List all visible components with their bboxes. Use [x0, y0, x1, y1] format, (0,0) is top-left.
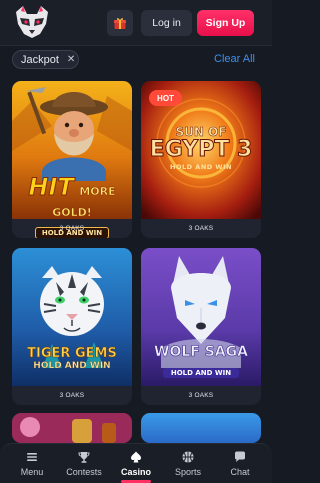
nav-item-sports[interactable]: Sports: [161, 448, 215, 482]
nav-label-menu: Menu: [20, 467, 44, 477]
game-tile-tiger-gems[interactable]: TIGER GEMS HOLD AND WIN 3 OAKS: [12, 248, 132, 405]
nav-item-chat[interactable]: Chat: [213, 448, 267, 482]
game-tile-wolf-saga[interactable]: WOLF SAGA HOLD AND WIN 3 OAKS: [141, 248, 261, 405]
nav-item-menu[interactable]: Menu: [5, 448, 59, 482]
game-subtitle: HOLD AND WIN: [33, 361, 111, 371]
menu-icon: [27, 453, 37, 461]
filter-chip-label: Jackpot: [21, 53, 59, 66]
game-title-wolf-saga: WOLF SAGA HOLD AND WIN: [145, 344, 257, 379]
nav-label-casino: Casino: [120, 467, 151, 477]
trophy-icon: [78, 452, 90, 463]
signup-button[interactable]: Sign Up: [197, 10, 254, 36]
game-title-sun-of-egypt-3: SUN OF EGYPT 3 HOLD AND WIN: [147, 125, 255, 171]
nav-label-chat: Chat: [230, 467, 250, 477]
game-title-tiger-gems: TIGER GEMS HOLD AND WIN: [18, 346, 126, 371]
hot-badge: HOT: [149, 90, 182, 106]
gift-button[interactable]: [107, 10, 133, 36]
game-tile-hit-more-gold[interactable]: HIT MORE GOLD! HOLD AND WIN 3 OAKS: [12, 81, 132, 238]
game-tile-partial-right[interactable]: [141, 413, 261, 443]
nav-item-casino[interactable]: Casino: [109, 448, 163, 482]
chat-icon: [235, 451, 245, 462]
game-subtitle: HOLD AND WIN: [170, 163, 232, 171]
nav-label-contests: Contests: [66, 467, 102, 477]
game-subtitle: HOLD AND WIN: [162, 368, 240, 378]
clear-all-link[interactable]: Clear All: [214, 53, 255, 65]
nav-item-contests[interactable]: Contests: [57, 448, 111, 482]
game-title-line1: TIGER GEMS: [27, 346, 117, 362]
game-thumbnail-partial-left: [12, 413, 132, 443]
close-icon[interactable]: ✕: [67, 54, 75, 65]
spade-icon: [131, 451, 141, 463]
login-button[interactable]: Log in: [141, 10, 192, 36]
game-title-line1: HIT: [28, 173, 74, 202]
basketball-icon: [182, 451, 194, 463]
nav-label-sports: Sports: [174, 467, 201, 477]
gift-icon: [114, 18, 126, 29]
game-title-line1: WOLF SAGA: [154, 344, 249, 361]
game-provider-label: 3 OAKS: [59, 225, 85, 232]
game-tile-partial-left[interactable]: [12, 413, 132, 443]
game-provider-label: 3 OAKS: [188, 225, 214, 232]
game-provider-label: 3 OAKS: [59, 392, 85, 399]
game-provider-label: 3 OAKS: [188, 392, 214, 399]
game-title-line2: EGYPT 3: [149, 137, 253, 162]
game-thumbnail-partial-right: [141, 413, 261, 443]
bottom-navigation: Menu Contests Casino Sports Chat: [0, 443, 272, 483]
top-header: Log in Sign Up: [0, 0, 272, 46]
raccoon-logo-icon[interactable]: [12, 4, 52, 40]
filter-chip-jackpot[interactable]: Jackpot ✕: [12, 50, 79, 69]
